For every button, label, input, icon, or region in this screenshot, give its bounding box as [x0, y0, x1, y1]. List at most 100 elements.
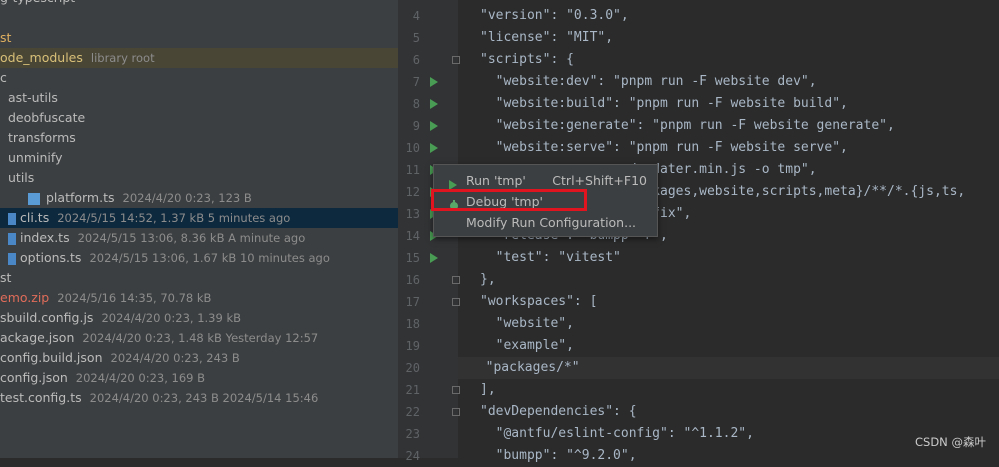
tree-item[interactable]: deobfuscate	[0, 108, 398, 128]
menu-item-run-shortcut: Ctrl+Shift+F10	[552, 173, 647, 188]
run-gutter-icon[interactable]	[430, 77, 438, 87]
tree-item[interactable]: cli.ts 2024/5/15 14:52, 1.37 kB 5 minutes…	[0, 208, 398, 228]
tree-item-name: utils	[8, 170, 35, 185]
tree-item-name: deobfuscate	[8, 110, 86, 125]
fold-marker-icon[interactable]	[452, 298, 460, 306]
tree-item-name: ackage.json	[0, 330, 75, 345]
fold-marker-icon[interactable]	[452, 408, 460, 416]
tree-item-name: transforms	[8, 130, 76, 145]
tree-item[interactable]: emo.zip 2024/5/16 14:35, 70.78 kB	[0, 288, 398, 308]
line-number: 9	[412, 119, 420, 133]
tree-item-name: ast-utils	[8, 90, 58, 105]
menu-item-modify-config[interactable]: Modify Run Configuration...	[434, 213, 657, 233]
line-number: 8	[412, 97, 420, 111]
tree-item-meta: 2024/4/20 0:23, 123 B	[122, 191, 252, 205]
tree-item-meta: 2024/5/15 13:06, 1.67 kB 10 minutes ago	[89, 251, 330, 265]
fold-marker-icon[interactable]	[452, 386, 460, 394]
tree-item-name: sbuild.config.js	[0, 310, 94, 325]
code-line[interactable]: },	[480, 269, 496, 291]
code-line[interactable]: "bumpp": "^9.2.0",	[480, 445, 637, 467]
tree-item[interactable]: st	[0, 28, 398, 48]
code-line[interactable]: "packages/*"	[458, 357, 999, 379]
tree-item-name: index.ts	[20, 230, 70, 245]
tree-item-meta: 2024/4/20 0:23, 243 B	[110, 351, 240, 365]
code-line[interactable]: ],	[480, 379, 496, 401]
tree-item[interactable]: unminify	[0, 148, 398, 168]
tree-item-name: config.json	[0, 370, 68, 385]
tree-item[interactable]	[0, 8, 398, 28]
tree-item[interactable]: utils	[0, 168, 398, 188]
tree-item-name: st	[0, 30, 12, 45]
run-gutter-icon[interactable]	[430, 143, 438, 153]
tree-item[interactable]: config.build.json 2024/4/20 0:23, 243 B	[0, 348, 398, 368]
typescript-file-icon	[8, 232, 16, 245]
tree-item-meta: 2024/5/15 13:06, 8.36 kB A minute ago	[77, 231, 306, 245]
fold-marker-icon[interactable]	[452, 56, 460, 64]
tree-item[interactable]: config.json 2024/4/20 0:23, 169 B	[0, 368, 398, 388]
tree-item[interactable]: st	[0, 268, 398, 288]
run-gutter-icon[interactable]	[430, 121, 438, 131]
tree-item-name: config.build.json	[0, 350, 103, 365]
code-line[interactable]: "devDependencies": {	[480, 401, 637, 423]
tree-item[interactable]: c	[0, 68, 398, 88]
line-number: 15	[405, 251, 420, 265]
menu-item-modify-label: Modify Run Configuration...	[466, 215, 637, 230]
code-line[interactable]: "scripts": {	[480, 49, 574, 71]
typescript-file-icon	[8, 212, 16, 225]
line-number: 6	[412, 53, 420, 67]
line-number: 5	[412, 31, 420, 45]
line-number: 12	[405, 185, 420, 199]
line-number: 7	[412, 75, 420, 89]
highlight-box	[431, 189, 587, 211]
code-line[interactable]: "test": "vitest"	[480, 247, 621, 269]
menu-item-run-label: Run 'tmp'	[466, 173, 526, 188]
tree-item-name: ode_modules	[0, 50, 83, 65]
tree-item[interactable]: ackage.json 2024/4/20 0:23, 1.48 kB Yeste…	[0, 328, 398, 348]
code-line[interactable]: "website:build": "pnpm run -F website bu…	[480, 93, 848, 115]
tree-item[interactable]: index.ts 2024/5/15 13:06, 8.36 kB A minut…	[0, 228, 398, 248]
tree-item[interactable]: sbuild.config.js 2024/4/20 0:23, 1.39 kB	[0, 308, 398, 328]
code-line[interactable]: "example",	[480, 335, 574, 357]
tree-item[interactable]: ode_modules library root	[0, 48, 398, 68]
line-number: 11	[405, 163, 420, 177]
tree-item-name: st	[0, 270, 12, 285]
tree-item-meta: 2024/5/16 14:35, 70.78 kB	[57, 291, 212, 305]
tree-item-meta: library root	[90, 51, 155, 65]
line-number: 22	[405, 405, 420, 419]
tree-item[interactable]: transforms	[0, 128, 398, 148]
tree-item[interactable]: options.ts 2024/5/15 13:06, 1.67 kB 10 mi…	[0, 248, 398, 268]
project-tree-panel: g-typescript st ode_modules library root cas…	[0, 0, 398, 458]
line-number: 13	[405, 207, 420, 221]
run-gutter-icon[interactable]	[430, 99, 438, 109]
line-number: 4	[412, 9, 420, 23]
tree-item-meta: 2024/4/20 0:23, 1.39 kB	[101, 311, 242, 325]
tree-item-meta: 2024/4/20 0:23, 1.48 kB Yesterday 12:57	[82, 331, 319, 345]
tree-item[interactable]: platform.ts 2024/4/20 0:23, 123 B	[0, 188, 398, 208]
code-line[interactable]: "website:generate": "pnpm run -F website…	[480, 115, 895, 137]
code-line[interactable]: "workspaces": [	[480, 291, 597, 313]
line-number: 19	[405, 339, 420, 353]
code-line[interactable]: "license": "MIT",	[480, 27, 613, 49]
code-line[interactable]: "website",	[480, 313, 574, 335]
tree-item[interactable]: ast-utils	[0, 88, 398, 108]
tree-item-meta: 2024/5/15 14:52, 1.37 kB 5 minutes ago	[57, 211, 291, 225]
code-line[interactable]: "website:dev": "pnpm run -F website dev"…	[480, 71, 817, 93]
tree-item-name: c	[0, 70, 7, 85]
code-line[interactable]: "version": "0.3.0",	[480, 5, 629, 27]
fold-marker-icon[interactable]	[452, 276, 460, 284]
tree-item[interactable]: test.config.ts 2024/4/20 0:23, 243 B 2024…	[0, 388, 398, 408]
tree-item-name: test.config.ts	[0, 390, 82, 405]
menu-item-run[interactable]: Run 'tmp' Ctrl+Shift+F10	[434, 171, 657, 191]
typescript-file-icon	[8, 252, 16, 265]
run-gutter-icon[interactable]	[430, 253, 438, 263]
tree-item[interactable]: g-typescript	[0, 0, 398, 8]
line-number: 17	[405, 295, 420, 309]
tree-item-name: unminify	[8, 150, 63, 165]
code-line[interactable]: "@antfu/eslint-config": "^1.1.2",	[480, 423, 754, 445]
tree-item-meta: 2024/4/20 0:23, 169 B	[75, 371, 206, 385]
code-line[interactable]: "website:serve": "pnpm run -F website se…	[480, 137, 848, 159]
line-number: 20	[405, 361, 420, 375]
line-number: 14	[405, 229, 420, 243]
typescript-file-icon	[28, 192, 40, 205]
line-number: 10	[405, 141, 420, 155]
